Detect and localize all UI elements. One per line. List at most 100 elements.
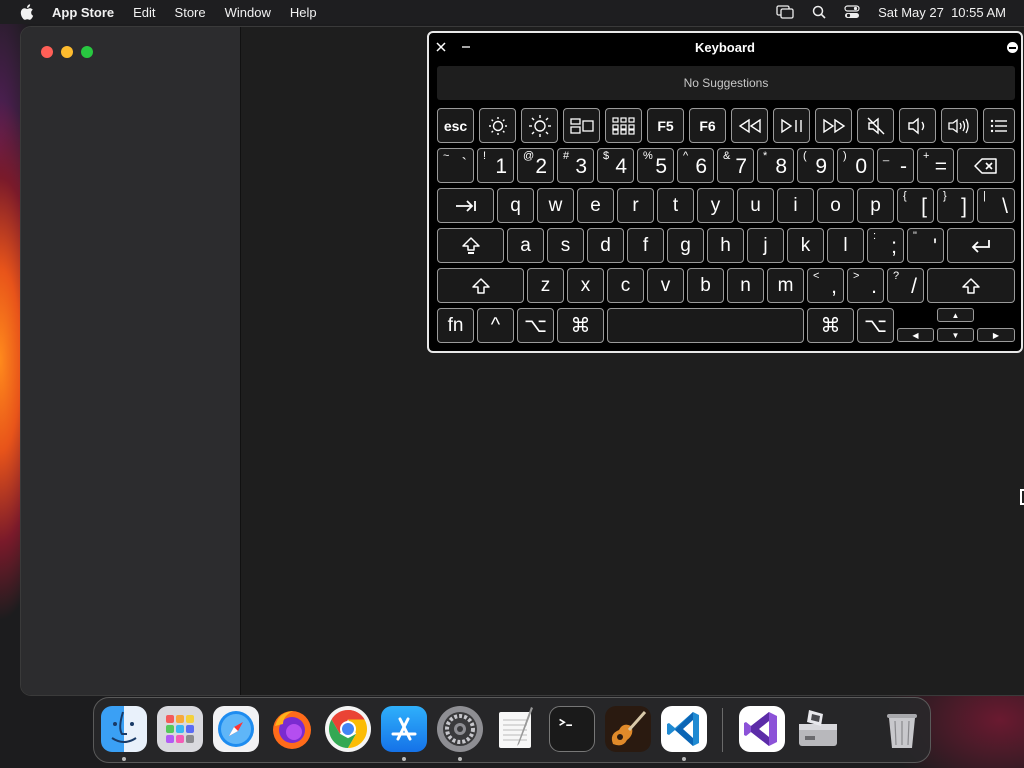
menu-help[interactable]: Help (290, 5, 317, 20)
menu-edit[interactable]: Edit (133, 5, 155, 20)
key-m[interactable]: m (767, 268, 804, 303)
menu-window[interactable]: Window (225, 5, 271, 20)
key-x[interactable]: x (567, 268, 604, 303)
mute-icon[interactable] (857, 108, 894, 143)
firefox-icon[interactable] (269, 706, 315, 752)
key-9[interactable]: (9 (797, 148, 834, 183)
arrow-up-icon[interactable]: ▲ (937, 308, 974, 322)
textedit-icon[interactable] (493, 706, 539, 752)
play-pause-icon[interactable] (773, 108, 810, 143)
volume-up-icon[interactable] (941, 108, 978, 143)
key-left-command[interactable]: ⌘ (557, 308, 604, 343)
key-7[interactable]: & 7 (717, 148, 754, 183)
key-s[interactable]: s (547, 228, 584, 263)
key-h[interactable]: h (707, 228, 744, 263)
key-period[interactable]: >. (847, 268, 884, 303)
arrow-right-icon[interactable]: ▶ (977, 328, 1015, 342)
key-backtick[interactable]: ~ ` (437, 148, 474, 183)
key-fn[interactable]: fn (437, 308, 474, 343)
menu-icon[interactable] (983, 108, 1015, 143)
menu-clock[interactable]: Sat May 27 10:55 AM (878, 5, 1006, 20)
arrow-left-icon[interactable]: ◀ (897, 328, 934, 342)
window-close-button[interactable] (41, 46, 53, 58)
key-g[interactable]: g (667, 228, 704, 263)
key-control[interactable]: ^ (477, 308, 514, 343)
key-w[interactable]: w (537, 188, 574, 223)
key-a[interactable]: a (507, 228, 544, 263)
brightness-down-icon[interactable] (479, 108, 516, 143)
caps-lock-icon[interactable] (437, 228, 504, 263)
system-settings-icon[interactable] (437, 706, 483, 752)
key-b[interactable]: b (687, 268, 724, 303)
garageband-icon[interactable] (605, 706, 651, 752)
screen-mirroring-icon[interactable] (776, 5, 794, 19)
trash-icon[interactable] (879, 706, 925, 752)
key-e[interactable]: e (577, 188, 614, 223)
key-u[interactable]: u (737, 188, 774, 223)
key-f[interactable]: f (627, 228, 664, 263)
key-8[interactable]: * 8 (757, 148, 794, 183)
key-5[interactable]: % 5 (637, 148, 674, 183)
key-right-option[interactable]: ⌥ (857, 308, 894, 343)
key-f5[interactable]: F5 (647, 108, 684, 143)
key-3[interactable]: #3 (557, 148, 594, 183)
key-backslash[interactable]: | \ (977, 188, 1015, 223)
control-center-icon[interactable] (844, 5, 860, 19)
tab-icon[interactable] (437, 188, 494, 223)
key-left-bracket[interactable]: {[ (897, 188, 934, 223)
finder-icon[interactable] (101, 706, 147, 752)
delete-icon[interactable] (957, 148, 1015, 183)
key-minus[interactable]: _ - (877, 148, 914, 183)
brightness-up-icon[interactable] (521, 108, 558, 143)
visual-studio-icon[interactable] (739, 706, 785, 752)
key-slash[interactable]: ? / (887, 268, 924, 303)
key-right-command[interactable]: ⌘ (807, 308, 854, 343)
terminal-icon[interactable] (549, 706, 595, 752)
key-i[interactable]: i (777, 188, 814, 223)
key-comma[interactable]: <, (807, 268, 844, 303)
return-icon[interactable] (947, 228, 1015, 263)
menu-app-name[interactable]: App Store (52, 5, 114, 20)
key-t[interactable]: t (657, 188, 694, 223)
key-quote[interactable]: " ' (907, 228, 944, 263)
key-left-option[interactable]: ⌥ (517, 308, 554, 343)
left-shift-icon[interactable] (437, 268, 524, 303)
mission-control-icon[interactable] (563, 108, 600, 143)
key-y[interactable]: y (697, 188, 734, 223)
key-l[interactable]: l (827, 228, 864, 263)
key-right-bracket[interactable]: }] (937, 188, 974, 223)
window-minimize-button[interactable] (61, 46, 73, 58)
arrow-down-icon[interactable]: ▼ (937, 328, 974, 342)
key-equals[interactable]: + = (917, 148, 954, 183)
menu-store[interactable]: Store (175, 5, 206, 20)
options-icon[interactable] (1007, 42, 1018, 53)
key-v[interactable]: v (647, 268, 684, 303)
key-q[interactable]: q (497, 188, 534, 223)
launchpad-icon[interactable] (605, 108, 642, 143)
key-o[interactable]: o (817, 188, 854, 223)
key-2[interactable]: @2 (517, 148, 554, 183)
app-store-icon[interactable] (381, 706, 427, 752)
key-n[interactable]: n (727, 268, 764, 303)
key-semicolon[interactable]: :; (867, 228, 904, 263)
apple-menu-icon[interactable] (18, 3, 36, 21)
key-p[interactable]: p (857, 188, 894, 223)
chrome-icon[interactable] (325, 706, 371, 752)
key-1[interactable]: ! 1 (477, 148, 514, 183)
right-shift-icon[interactable] (927, 268, 1015, 303)
safari-icon[interactable] (213, 706, 259, 752)
key-f6[interactable]: F6 (689, 108, 726, 143)
key-space[interactable] (607, 308, 804, 343)
boot-camp-assistant-icon[interactable] (795, 706, 841, 752)
launchpad-icon[interactable] (157, 706, 203, 752)
key-0[interactable]: ) 0 (837, 148, 874, 183)
vscode-icon[interactable] (661, 706, 707, 752)
volume-down-icon[interactable] (899, 108, 936, 143)
keyboard-viewer-titlebar[interactable]: Keyboard (429, 33, 1021, 61)
spotlight-search-icon[interactable] (812, 5, 826, 19)
key-r[interactable]: r (617, 188, 654, 223)
key-j[interactable]: j (747, 228, 784, 263)
key-esc[interactable]: esc (437, 108, 474, 143)
key-4[interactable]: $4 (597, 148, 634, 183)
key-z[interactable]: z (527, 268, 564, 303)
